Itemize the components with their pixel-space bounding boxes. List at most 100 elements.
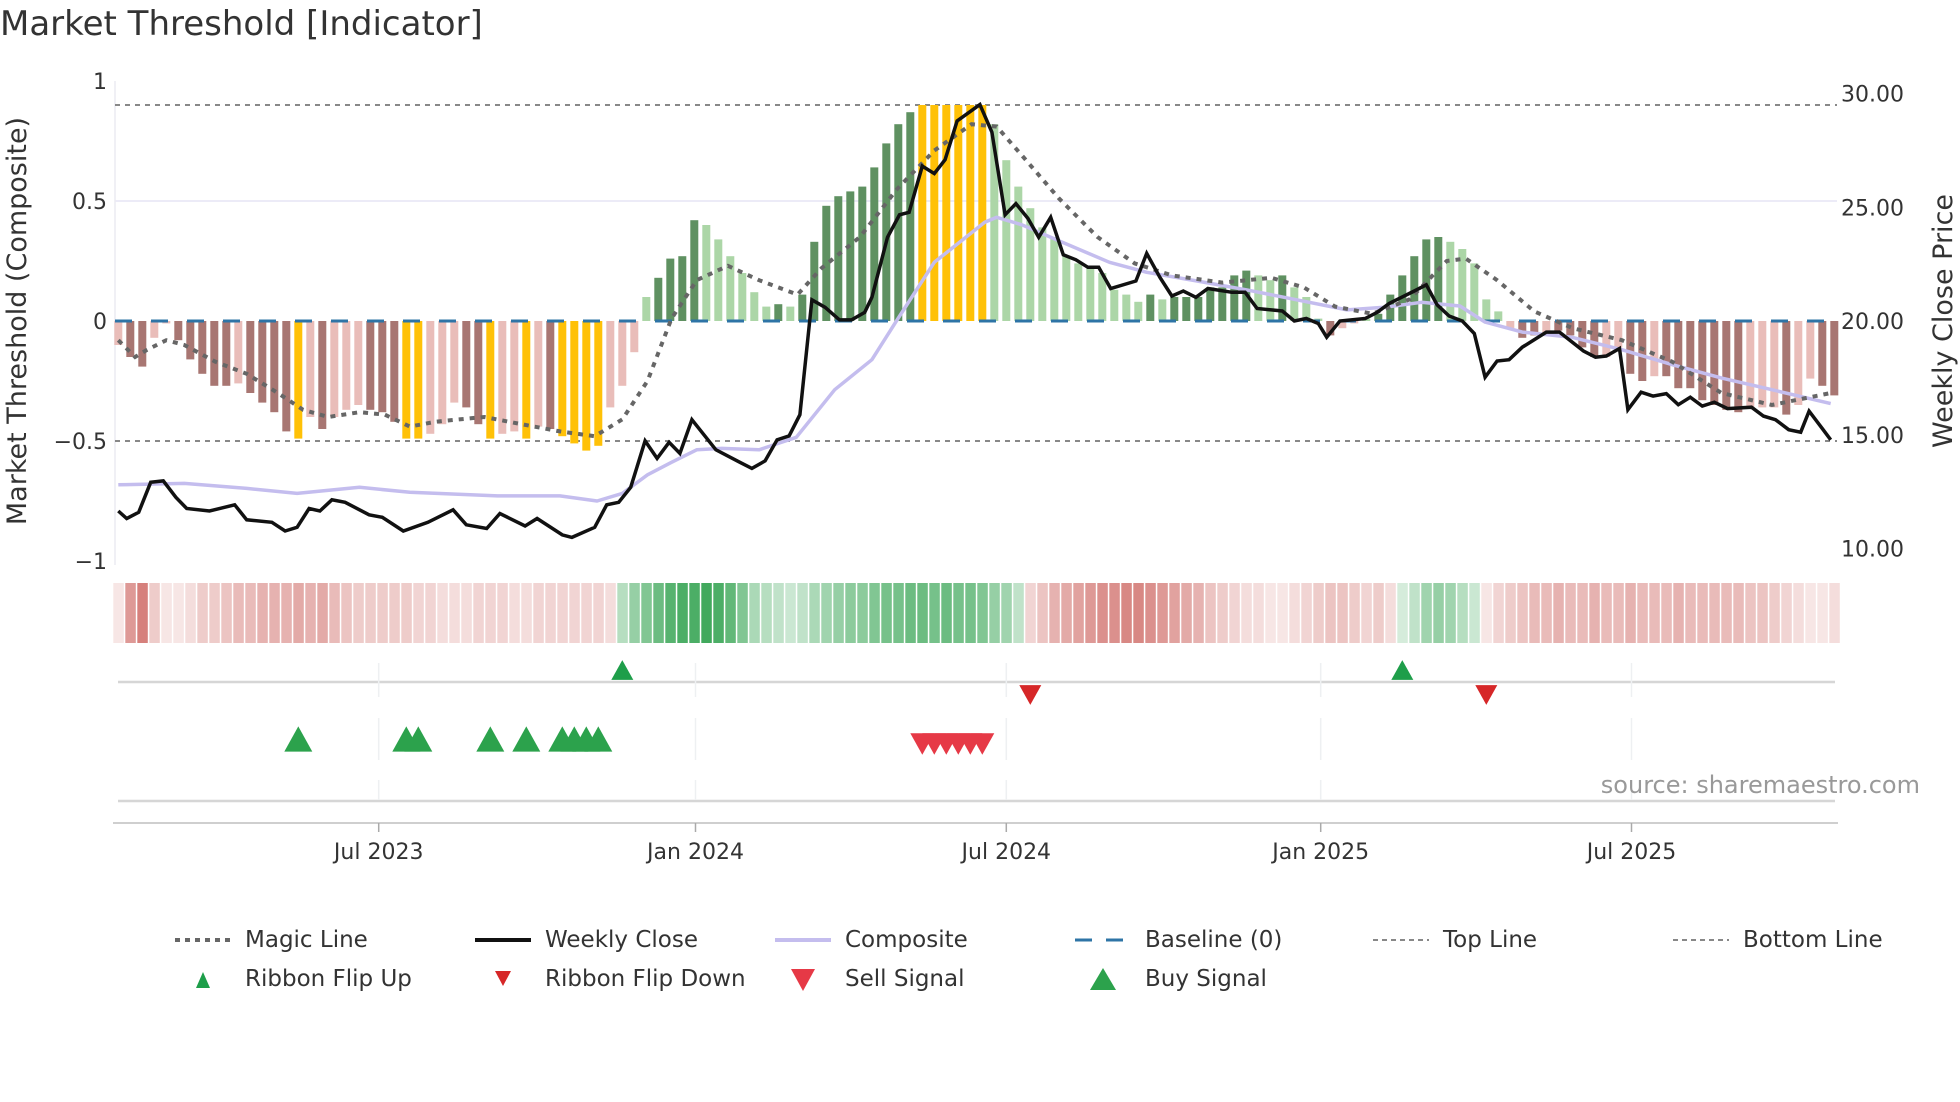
composite-bar bbox=[414, 321, 423, 439]
composite-bar bbox=[582, 321, 591, 451]
ribbon-cell bbox=[1541, 583, 1552, 643]
ribbon-cell bbox=[281, 583, 292, 643]
ribbon-cell bbox=[113, 583, 124, 643]
ribbon-cell bbox=[1661, 583, 1672, 643]
ribbon-cell bbox=[725, 583, 736, 643]
ribbon-cell bbox=[1457, 583, 1468, 643]
left-axis-label: Market Threshold (Composite) bbox=[2, 117, 33, 525]
ribbon-cell bbox=[845, 583, 856, 643]
ribbon-cell bbox=[497, 583, 508, 643]
composite-bar bbox=[918, 105, 927, 321]
composite-bar bbox=[570, 321, 579, 444]
composite-bar bbox=[618, 321, 627, 386]
ribbon-cell bbox=[1337, 583, 1348, 643]
composite-bar bbox=[150, 321, 159, 338]
ribbon-cell bbox=[917, 583, 928, 643]
legend-label: Composite bbox=[845, 927, 968, 953]
composite-bar bbox=[1050, 237, 1059, 321]
ribbon-cell bbox=[1649, 583, 1660, 643]
composite-bar bbox=[798, 294, 807, 321]
x-tick-label: Jan 2024 bbox=[645, 840, 744, 865]
ribbon-cell bbox=[413, 583, 424, 643]
ribbon-cell bbox=[689, 583, 700, 643]
signal-markers bbox=[284, 660, 1498, 755]
composite-bar bbox=[714, 239, 723, 321]
composite-bar bbox=[654, 277, 663, 321]
composite-bar bbox=[834, 196, 843, 321]
ribbon-cell bbox=[761, 583, 772, 643]
ribbon-cell bbox=[1085, 583, 1096, 643]
legend-item: Bottom Line bbox=[1673, 925, 1883, 955]
legend-item: Top Line bbox=[1373, 925, 1537, 955]
composite-bar bbox=[666, 258, 675, 321]
ribbon-cell bbox=[1421, 583, 1432, 643]
ribbon-cell bbox=[1025, 583, 1036, 643]
legend-marker-icon bbox=[775, 938, 831, 942]
ribbon-cell bbox=[1469, 583, 1480, 643]
composite-bar bbox=[294, 321, 303, 439]
ribbon-cell bbox=[1793, 583, 1804, 643]
composite-bar bbox=[1266, 280, 1275, 321]
composite-bar bbox=[1290, 287, 1299, 321]
composite-bar bbox=[390, 321, 399, 422]
ribbon-cell bbox=[641, 583, 652, 643]
ribbon-cell bbox=[809, 583, 820, 643]
ribbon-cell bbox=[1529, 583, 1540, 643]
composite-bar bbox=[1482, 299, 1491, 321]
composite-bar bbox=[1062, 256, 1071, 321]
ribbon-cell bbox=[749, 583, 760, 643]
composite-bar bbox=[1686, 321, 1695, 389]
ribbon-cell bbox=[1325, 583, 1336, 643]
ribbon-cell bbox=[1349, 583, 1360, 643]
left-tick-label: 0.5 bbox=[72, 190, 107, 215]
ribbon-cell bbox=[569, 583, 580, 643]
ribbon-cell bbox=[929, 583, 940, 643]
composite-bar bbox=[330, 321, 339, 417]
legend-label: Top Line bbox=[1443, 927, 1538, 953]
ribbon-cell bbox=[329, 583, 340, 643]
composite-bar bbox=[534, 321, 543, 427]
legend-label: Magic Line bbox=[245, 927, 368, 953]
ribbon-cell bbox=[1157, 583, 1168, 643]
legend-marker-icon bbox=[1090, 968, 1116, 990]
composite-bar bbox=[354, 321, 363, 405]
composite-bar bbox=[1194, 297, 1203, 321]
ribbon-cell bbox=[965, 583, 976, 643]
legend-marker-icon bbox=[791, 969, 815, 991]
ribbon-cell bbox=[1445, 583, 1456, 643]
ribbon-cell bbox=[1253, 583, 1264, 643]
composite-bar bbox=[1770, 321, 1779, 408]
ribbon-cell bbox=[1277, 583, 1288, 643]
composite-bar bbox=[522, 321, 531, 439]
ribbon-cell bbox=[773, 583, 784, 643]
composite-bar bbox=[1698, 321, 1707, 401]
composite-bar bbox=[198, 321, 207, 374]
ribbon-cell bbox=[305, 583, 316, 643]
ribbon-cell bbox=[1181, 583, 1192, 643]
ribbon-cell bbox=[1505, 583, 1516, 643]
composite-bar bbox=[822, 205, 831, 321]
left-tick-label: −1 bbox=[75, 550, 107, 575]
ribbon-cell bbox=[449, 583, 460, 643]
ribbon-cell bbox=[389, 583, 400, 643]
legend-label: Sell Signal bbox=[845, 966, 965, 992]
buy-signal-marker bbox=[284, 726, 313, 752]
ribbon-cell bbox=[521, 583, 532, 643]
left-tick-label: 0 bbox=[93, 310, 107, 335]
ribbon-cell bbox=[221, 583, 232, 643]
right-tick-label: 20.00 bbox=[1841, 310, 1904, 335]
ribbon-cell bbox=[953, 583, 964, 643]
ribbon-cell bbox=[461, 583, 472, 643]
ribbon-cell bbox=[1805, 583, 1816, 643]
composite-bar bbox=[1182, 297, 1191, 321]
composite-bar bbox=[486, 321, 495, 439]
right-tick-label: 15.00 bbox=[1841, 424, 1904, 449]
composite-bar bbox=[1122, 294, 1131, 321]
ribbon-cell bbox=[473, 583, 484, 643]
ribbon-cell bbox=[1781, 583, 1792, 643]
composite-bar bbox=[1614, 321, 1623, 348]
ribbon-cell bbox=[1481, 583, 1492, 643]
ribbon-cell bbox=[245, 583, 256, 643]
legend-marker-icon bbox=[175, 938, 231, 942]
composite-line bbox=[118, 215, 1832, 503]
